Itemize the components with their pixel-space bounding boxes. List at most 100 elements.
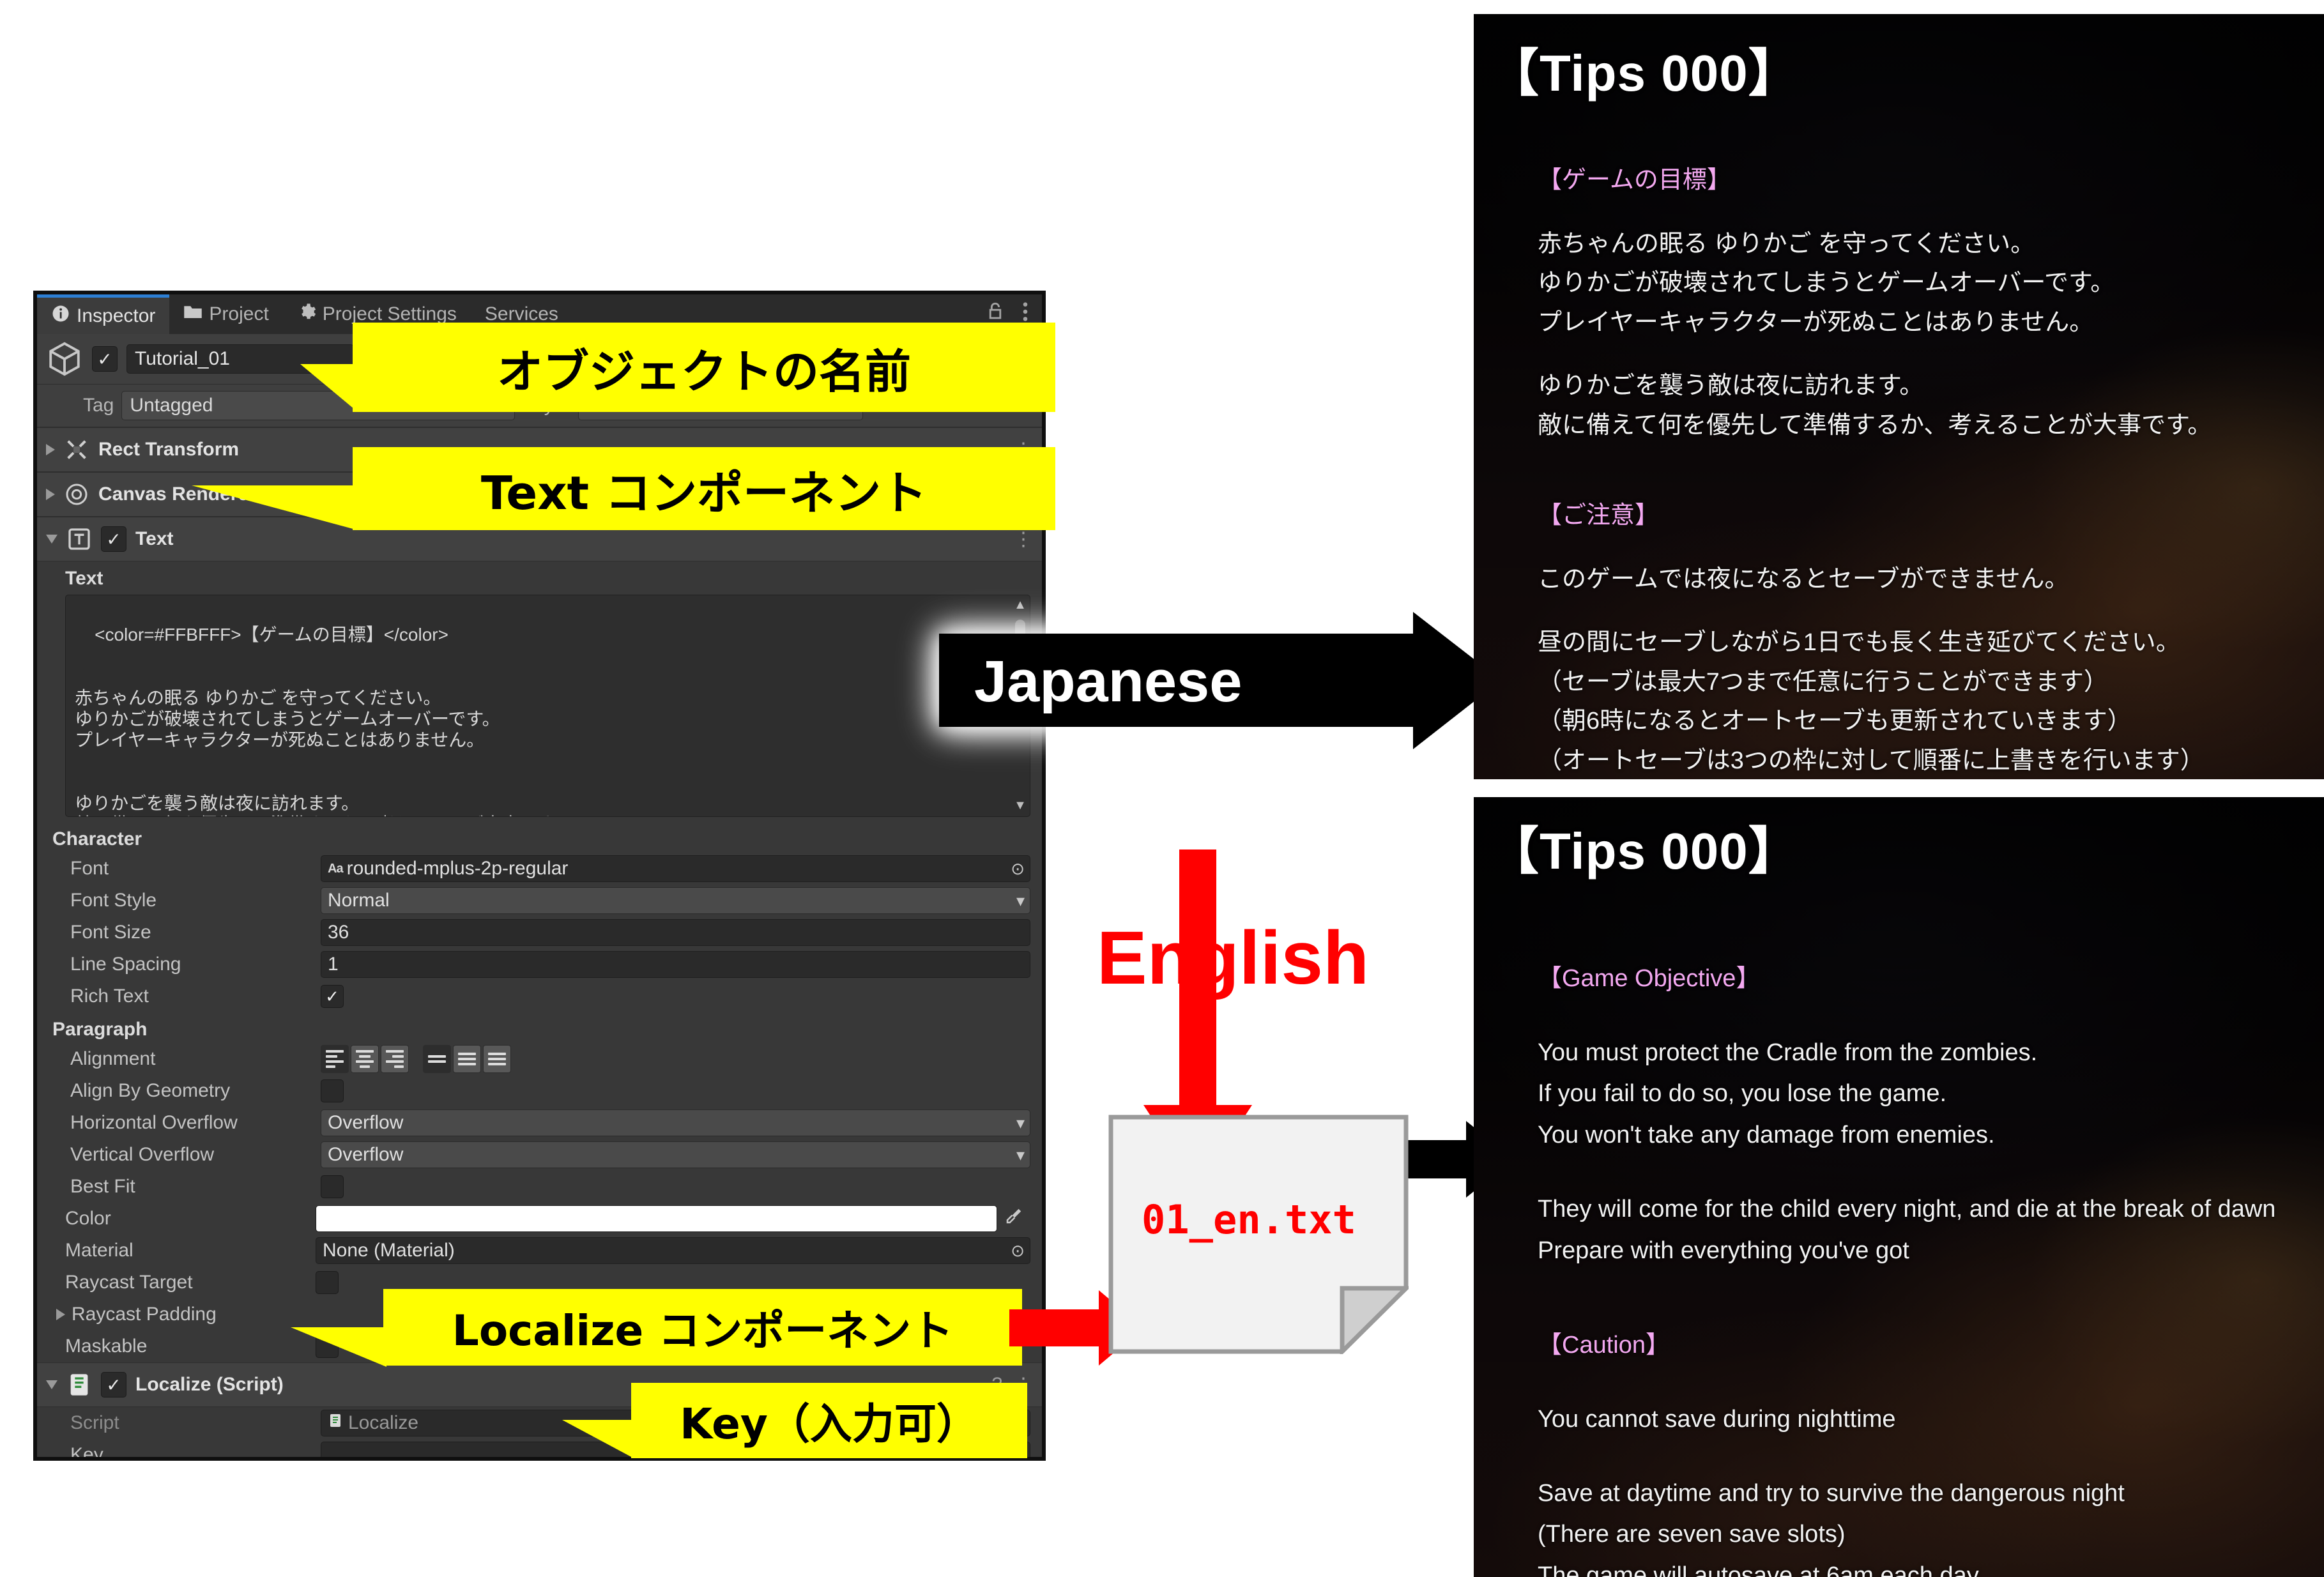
align-center-icon[interactable]: [351, 1045, 379, 1073]
align-middle-icon[interactable]: [453, 1045, 481, 1073]
tab-project[interactable]: Project: [169, 294, 282, 334]
tips-japanese-title: 【Tips 000】: [1488, 45, 1800, 102]
callout-key-input: Key（入力可）: [631, 1383, 1027, 1458]
align-by-geometry-checkbox[interactable]: [321, 1079, 344, 1102]
callout-key-input-label: Key（入力可）: [680, 1399, 979, 1449]
tips-english-line-1-3: You won't take any damage from enemies.: [1538, 1122, 1995, 1149]
tab-inspector[interactable]: Inspector: [37, 294, 170, 334]
script-icon: [66, 1372, 92, 1398]
row-alignment: Alignment: [37, 1043, 1042, 1075]
tips-english-line-1-2: If you fail to do so, you lose the game.: [1538, 1080, 1947, 1108]
tag-label: Tag: [83, 395, 114, 416]
expand-triangle-icon[interactable]: [56, 1309, 65, 1320]
vertical-overflow-label: Vertical Overflow: [70, 1144, 215, 1165]
kebab-menu-icon[interactable]: ⋮: [1014, 528, 1033, 551]
tab-inspector-label: Inspector: [77, 305, 156, 326]
collapse-triangle-icon[interactable]: [46, 1380, 57, 1389]
material-value: None (Material): [323, 1240, 455, 1261]
callout-text-component-tail: [192, 485, 358, 530]
object-picker-icon[interactable]: ⊙: [1011, 859, 1025, 879]
alignment-label: Alignment: [70, 1048, 156, 1069]
text-component-enabled-checkbox[interactable]: ✓: [101, 526, 126, 552]
best-fit-checkbox[interactable]: [321, 1175, 344, 1198]
script-label: Script: [70, 1412, 119, 1433]
gear-icon: [297, 302, 316, 326]
callout-localize-component-tail: [291, 1327, 386, 1367]
tips-japanese-line-1-3: プレイヤーキャラクターが死ぬことはありません。: [1538, 309, 2094, 336]
color-swatch-field[interactable]: [316, 1205, 997, 1232]
eyedropper-icon[interactable]: [997, 1207, 1030, 1231]
info-icon: [51, 304, 70, 328]
tab-services-label: Services: [484, 303, 558, 324]
raycast-target-checkbox[interactable]: [316, 1271, 339, 1294]
key-label: Key: [70, 1444, 103, 1461]
gameobject-enabled-checkbox[interactable]: ✓: [92, 346, 118, 372]
horizontal-overflow-label: Horizontal Overflow: [70, 1112, 238, 1133]
tips-japanese-line-4-3: （朝6時になるとオートセーブも更新されていきます）: [1538, 708, 2132, 735]
font-size-field[interactable]: 36: [321, 919, 1030, 946]
canvas-renderer-icon: [64, 482, 89, 507]
scroll-down-icon[interactable]: ▼: [1014, 798, 1027, 814]
callout-key-input-tail: [562, 1420, 634, 1458]
expand-triangle-icon[interactable]: [46, 489, 55, 500]
text-property-label: Text: [37, 561, 1042, 592]
rich-text-checkbox[interactable]: ✓: [321, 985, 344, 1008]
tips-english-line-4-1: Save at daytime and try to survive the d…: [1538, 1479, 2125, 1507]
tips-english-title: 【Tips 000】: [1488, 823, 1800, 880]
font-style-value: Normal: [328, 890, 390, 911]
tab-project-settings-label: Project Settings: [322, 303, 457, 324]
callout-text-component-label: Text コンポーネント: [480, 466, 928, 520]
align-right-icon[interactable]: [381, 1045, 409, 1073]
tips-japanese-line-1-1: 赤ちゃんの眠る ゆりかご を守ってください。: [1538, 230, 2035, 257]
maskable-label: Maskable: [65, 1336, 148, 1357]
component-name-text: Text: [135, 528, 174, 549]
tips-english-line-2-1: They will come for the child every night…: [1538, 1195, 2276, 1223]
localize-enabled-checkbox[interactable]: ✓: [101, 1372, 126, 1398]
row-material: Material None (Material) ⊙: [37, 1235, 1042, 1267]
component-name-rect-transform: Rect Transform: [98, 439, 240, 460]
tips-english-line-3-1: You cannot save during nighttime: [1538, 1405, 1896, 1433]
row-color: Color: [37, 1203, 1042, 1235]
color-label: Color: [65, 1208, 111, 1229]
text-value-textarea[interactable]: <color=#FFBFFF>【ゲームの目標】</color> 赤ちゃんの眠る …: [65, 595, 1030, 817]
align-bottom-icon[interactable]: [483, 1045, 511, 1073]
horizontal-overflow-dropdown[interactable]: Overflow ▾: [321, 1109, 1030, 1136]
material-object-field[interactable]: None (Material) ⊙: [316, 1237, 1030, 1264]
row-rich-text: Rich Text ✓: [37, 980, 1042, 1012]
align-top-icon[interactable]: [423, 1045, 451, 1073]
align-left-icon[interactable]: [321, 1045, 349, 1073]
english-arrow-label-wrap: English: [1086, 913, 1380, 1003]
tips-english-line-1-1: You must protect the Cradle from the zom…: [1538, 1039, 2038, 1066]
english-arrow-label: English: [1096, 916, 1370, 1000]
component-name-localize: Localize (Script): [135, 1374, 284, 1395]
vertical-overflow-dropdown[interactable]: Overflow ▾: [321, 1141, 1030, 1168]
character-section-header: Character: [37, 822, 1042, 853]
folder-icon: [183, 303, 203, 325]
text-component-icon: [66, 526, 92, 552]
file-icon-filename: 01_en.txt: [1142, 1196, 1356, 1243]
expand-triangle-icon[interactable]: [46, 444, 55, 455]
vertical-overflow-value: Overflow: [328, 1144, 404, 1165]
row-font-size: Font Size 36: [37, 917, 1042, 948]
row-font-style: Font Style Normal ▾: [37, 885, 1042, 917]
callout-object-name: オブジェクトの名前: [353, 323, 1055, 412]
raycast-target-label: Raycast Target: [65, 1272, 193, 1293]
scroll-up-icon[interactable]: ▲: [1014, 598, 1027, 613]
tips-japanese-line-4-1: 昼の間にセーブしながら1日でも長く生き延びてください。: [1538, 629, 2180, 657]
text-value: <color=#FFBFFF>【ゲームの目標】</color> 赤ちゃんの眠る …: [75, 625, 572, 816]
object-picker-icon[interactable]: ⊙: [1011, 1241, 1025, 1261]
tips-english-body: 【Game Objective】 You must protect the Cr…: [1538, 958, 2311, 1577]
collapse-triangle-icon[interactable]: [46, 535, 57, 544]
tips-english-heading-2: 【Caution】: [1538, 1331, 1670, 1359]
chevron-down-icon: ▾: [1016, 1145, 1025, 1164]
font-style-dropdown[interactable]: Normal ▾: [321, 887, 1030, 914]
paragraph-section-header: Paragraph: [37, 1012, 1042, 1043]
tips-japanese-line-3-1: このゲームでは夜になるとセーブができません。: [1538, 565, 2069, 593]
tips-japanese-line-4-4: （オートセーブは3つの枠に対して順番に上書きを行います）: [1538, 747, 2205, 774]
line-spacing-field[interactable]: 1: [321, 951, 1030, 978]
file-icon-card: 01_en.txt: [1108, 1115, 1412, 1357]
chevron-down-icon: ▾: [1016, 1113, 1025, 1132]
tips-japanese-line-2-1: ゆりかごを襲う敵は夜に訪れます。: [1538, 372, 1924, 400]
tips-japanese-line-2-2: 敵に備えて何を優先して準備するか、考えることが大事です。: [1538, 411, 2212, 439]
font-object-field[interactable]: Aa rounded-mplus-2p-regular ⊙: [321, 855, 1030, 882]
